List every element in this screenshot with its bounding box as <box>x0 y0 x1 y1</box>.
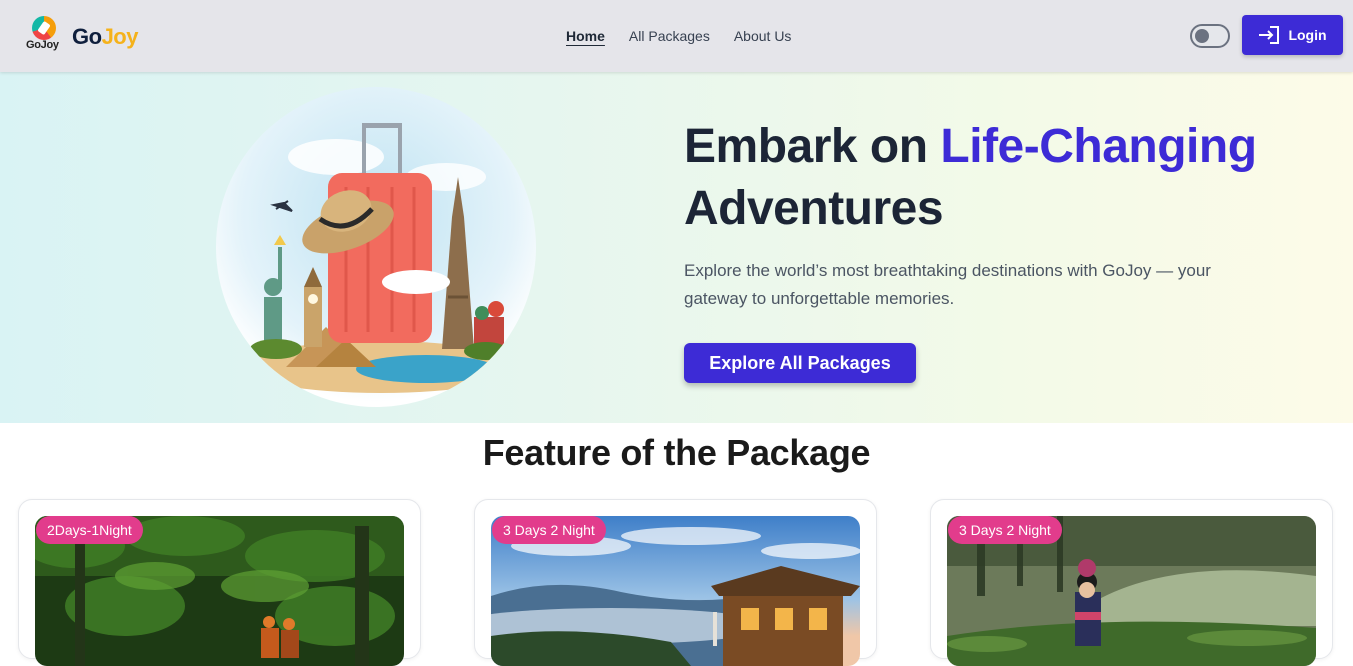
duration-badge: 3 Days 2 Night <box>492 516 606 544</box>
hero-title: Embark on Life-Changing Adventures <box>684 116 1304 240</box>
logo[interactable]: GoJoy <box>24 14 64 54</box>
nav-link-about-us[interactable]: About Us <box>734 28 792 44</box>
brand-name[interactable]: GoJoy <box>72 24 138 50</box>
login-button[interactable]: Login <box>1242 15 1343 55</box>
plane-logo-icon <box>32 16 56 40</box>
package-card[interactable]: 2Days-1Night <box>18 499 421 666</box>
hero-subtitle: Explore the world’s most breathtaking de… <box>684 261 1211 308</box>
explore-packages-button[interactable]: Explore All Packages <box>684 343 916 383</box>
hero-section: Embark on Life-Changing Adventures Explor… <box>0 72 1353 423</box>
nav-link-all-packages[interactable]: All Packages <box>629 28 710 44</box>
duration-badge: 3 Days 2 Night <box>948 516 1062 544</box>
hero-title-accent: Life-Changing <box>940 120 1257 173</box>
hero-travel-image <box>216 87 536 407</box>
package-card[interactable]: 3 Days 2 Night <box>474 499 877 666</box>
brand-name-part1: Go <box>72 24 102 49</box>
package-card[interactable]: 3 Days 2 Night <box>930 499 1333 666</box>
brand-name-part2: Joy <box>101 24 139 49</box>
duration-badge: 2Days-1Night <box>36 516 143 544</box>
navbar: GoJoy GoJoy Home All Packages About Us L… <box>0 0 1353 72</box>
theme-toggle-knob <box>1195 29 1209 43</box>
nav-link-home[interactable]: Home <box>566 28 605 44</box>
login-icon <box>1259 26 1280 44</box>
section-title: Feature of the Package <box>482 432 871 473</box>
hero-title-part2: Adventures <box>684 182 944 235</box>
main-nav: Home All Packages About Us <box>566 28 791 44</box>
theme-toggle[interactable] <box>1190 24 1230 48</box>
hero-title-part1: Embark on <box>684 120 941 173</box>
logo-text: GoJoy <box>26 39 59 51</box>
login-label: Login <box>1288 27 1327 43</box>
